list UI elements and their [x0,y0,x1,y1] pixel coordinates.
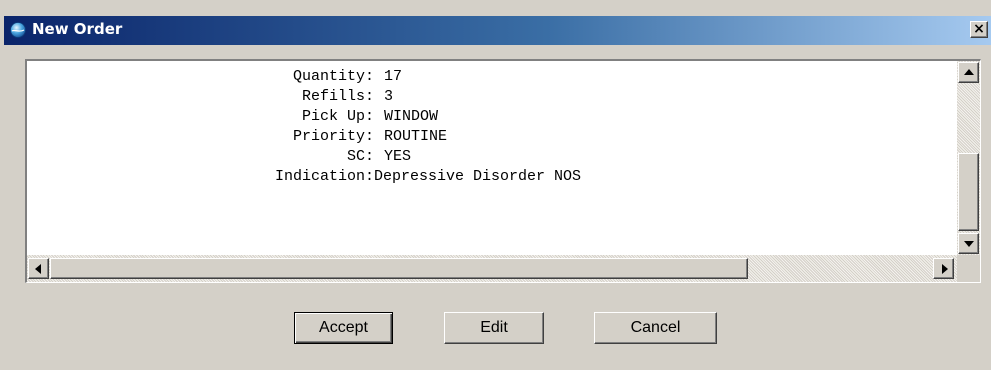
cancel-button[interactable]: Cancel [594,312,717,344]
detail-row-refills: Refills: 3 [27,87,393,107]
arrow-right-icon [942,264,948,274]
detail-value: YES [384,148,412,165]
detail-label: Priority: [292,128,374,145]
vertical-scroll-thumb[interactable] [958,153,979,231]
detail-value: ROUTINE [384,128,448,145]
accept-button[interactable]: Accept [294,312,393,344]
detail-value: Depressive Disorder NOS [374,168,582,185]
close-icon: × [973,21,985,37]
order-summary-panel: Quantity: 17 Refills: 3 Pick Up: WINDOW … [25,59,981,283]
vertical-scrollbar[interactable] [957,61,980,255]
scroll-left-button[interactable] [28,258,49,279]
window-title: New Order [32,20,123,38]
detail-row-pickup: Pick Up: WINDOW [27,107,438,127]
scrollbar-corner [957,255,980,282]
scroll-down-button[interactable] [958,233,979,254]
arrow-down-icon [964,241,974,247]
detail-label: SC: [346,148,374,165]
detail-label: Quantity: [292,68,374,85]
scroll-up-button[interactable] [958,62,979,83]
detail-label: Indication: [274,168,374,185]
detail-value: 3 [384,88,394,105]
detail-label: Refills: [301,88,374,105]
horizontal-scroll-thumb[interactable] [50,258,748,279]
arrow-up-icon [964,69,974,75]
app-globe-icon [10,22,26,38]
new-order-dialog: New Order × Quantity: 17 Refills: 3 Pick… [0,0,991,370]
horizontal-scrollbar[interactable] [27,255,957,282]
order-details-text[interactable]: Quantity: 17 Refills: 3 Pick Up: WINDOW … [27,61,957,255]
detail-row-sc: SC: YES [27,147,411,167]
close-button[interactable]: × [970,21,988,38]
detail-row-quantity: Quantity: 17 [27,67,402,87]
edit-button[interactable]: Edit [444,312,544,344]
arrow-left-icon [35,264,41,274]
detail-row-indication: Indication: Depressive Disorder NOS [27,167,581,187]
detail-row-priority: Priority: ROUTINE [27,127,447,147]
scroll-right-button[interactable] [933,258,954,279]
title-bar[interactable]: New Order × [4,16,991,45]
detail-label: Pick Up: [301,108,374,125]
detail-value: 17 [384,68,403,85]
detail-value: WINDOW [384,108,439,125]
